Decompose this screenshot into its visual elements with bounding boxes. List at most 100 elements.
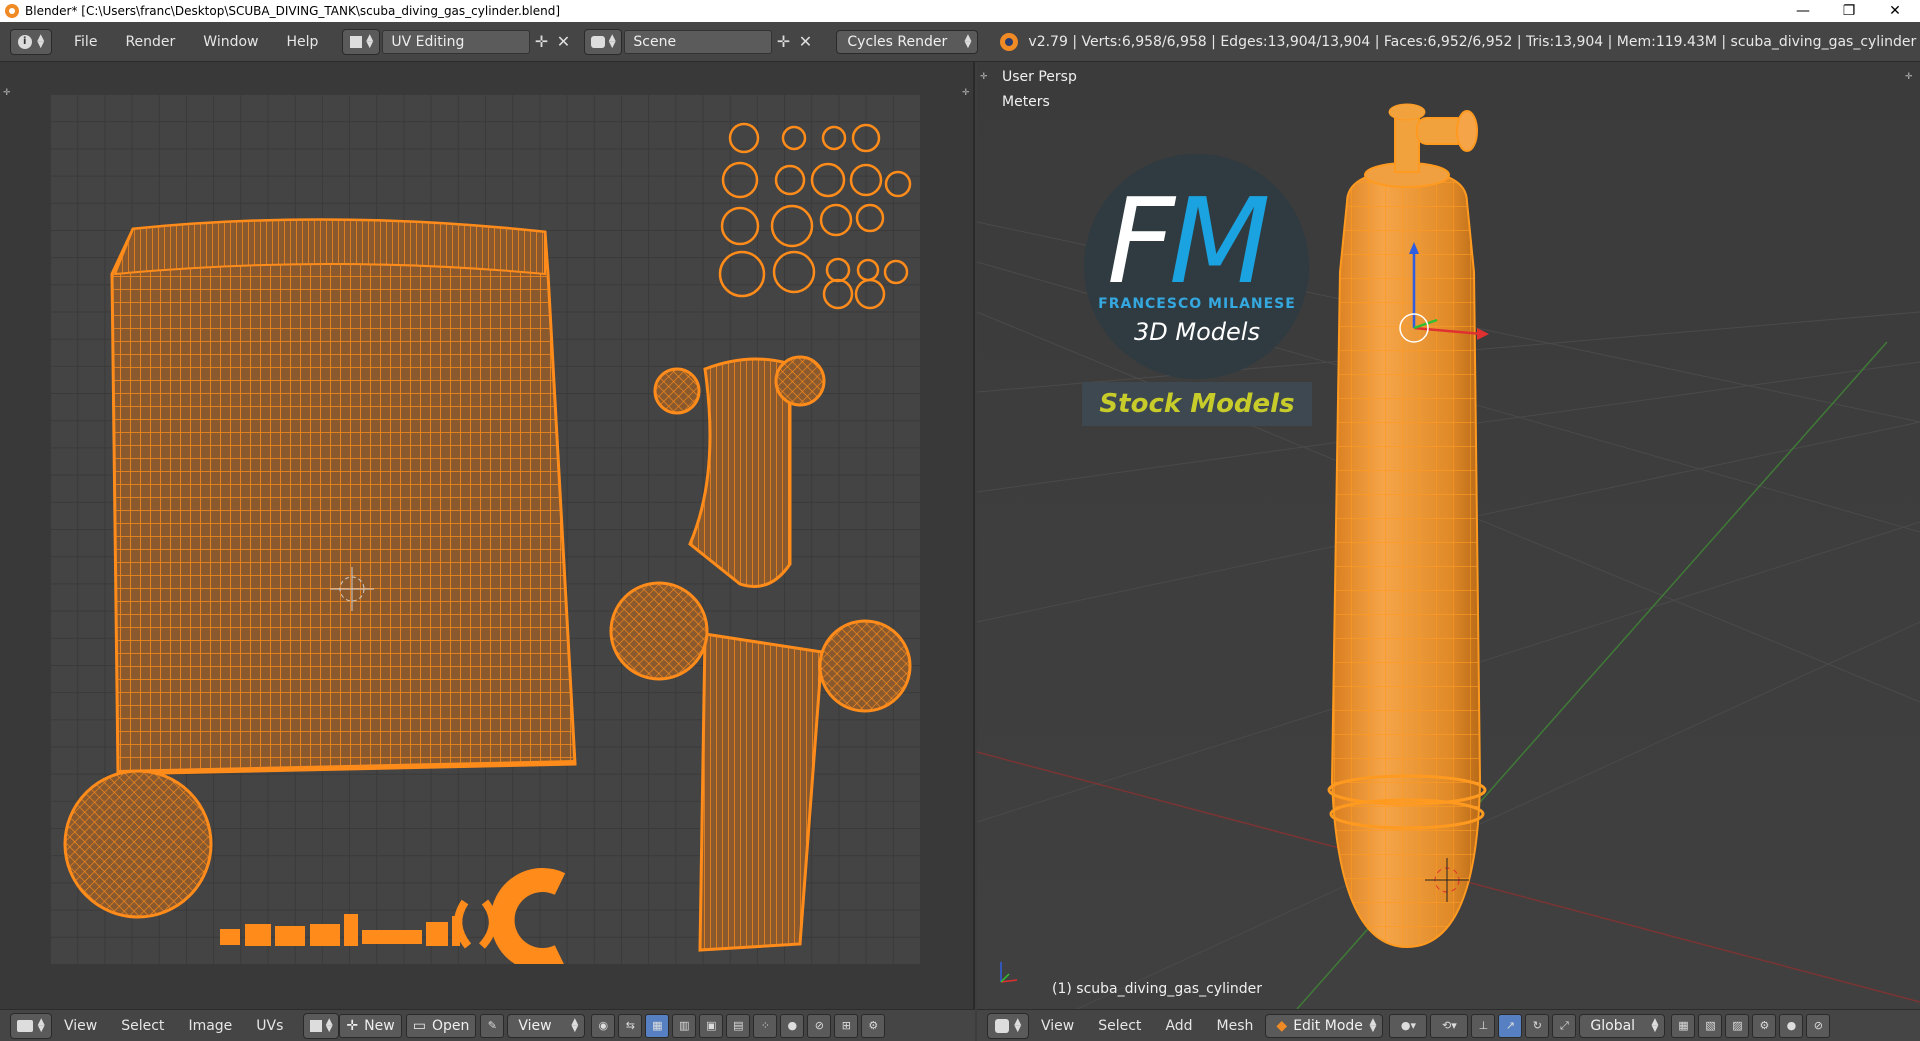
- new-image-button[interactable]: ✛ New: [339, 1013, 402, 1038]
- updown-icon: ▲ ▼: [1369, 1016, 1377, 1034]
- occlude-icon[interactable]: ⚙: [1752, 1013, 1777, 1038]
- viewport-header: ▲ ▼ View Select Add Mesh ◆ Edit Mode ▲ ▼ ●…: [977, 1009, 1920, 1041]
- add-scene-icon[interactable]: ✛: [772, 30, 794, 54]
- rotate-icon[interactable]: ↻: [1525, 1013, 1550, 1038]
- scene-icon: [591, 35, 606, 48]
- scene-statistics: v2.79 | Verts:6,958/6,958 | Edges:13,904…: [1028, 33, 1917, 50]
- screen-layout-icon-button[interactable]: ▲ ▼: [342, 28, 381, 55]
- new-image-label: New: [364, 1017, 395, 1034]
- translate-icon[interactable]: ↗: [1498, 1013, 1523, 1038]
- uv-editor-type-button[interactable]: ▲ ▼: [10, 1012, 52, 1039]
- restore-button[interactable]: ❐: [1826, 0, 1872, 22]
- mode-label: Edit Mode: [1293, 1017, 1363, 1034]
- window-titlebar: Blender* [C:\Users\franc\Desktop\SCUBA_D…: [0, 0, 1920, 22]
- remove-screen-icon[interactable]: ✕: [552, 30, 574, 54]
- uv-island-bottom-cap: [63, 769, 213, 919]
- proportional-icon[interactable]: ●: [1779, 1013, 1804, 1038]
- updown-icon: ▲ ▼: [37, 32, 45, 50]
- editor-type-button[interactable]: i ▲ ▼: [10, 28, 52, 55]
- screen-layout-field[interactable]: UV Editing: [382, 29, 531, 54]
- toolshelf-toggle-icon[interactable]: ✛: [3, 88, 13, 98]
- info-header: i ▲ ▼ File Render Window Help ▲ ▼ UV Editi…: [0, 22, 1920, 62]
- minimize-button[interactable]: —: [1780, 0, 1826, 22]
- updown-icon: ▲ ▼: [608, 32, 616, 50]
- vertex-select-icon[interactable]: ▦: [645, 1013, 670, 1038]
- menu-file[interactable]: File: [60, 34, 111, 50]
- uv-menu-select[interactable]: Select: [109, 1018, 176, 1034]
- image-editor-icon: [17, 1019, 34, 1032]
- logo-fm-mark: FM: [1107, 172, 1271, 310]
- scuba-tank-mesh: [1327, 103, 1487, 949]
- scene-icon-button[interactable]: ▲ ▼: [584, 28, 623, 55]
- menu-window[interactable]: Window: [189, 34, 272, 50]
- viewport-menu-view[interactable]: View: [1029, 1018, 1086, 1034]
- sticky-select-icon[interactable]: ⁘: [753, 1013, 778, 1038]
- updown-icon: ▲ ▼: [1014, 1016, 1022, 1034]
- layout-icon: [349, 35, 362, 48]
- edit-mode-icon: ◆: [1276, 1017, 1288, 1034]
- uv-image-editor[interactable]: ✛ ✛: [0, 62, 975, 1009]
- viewport-menu-add[interactable]: Add: [1153, 1018, 1204, 1034]
- updown-icon: ▲ ▼: [37, 1016, 45, 1034]
- uv-menu-view[interactable]: View: [52, 1018, 109, 1034]
- viewport-menu-select[interactable]: Select: [1086, 1018, 1153, 1034]
- add-screen-icon[interactable]: ✛: [530, 30, 552, 54]
- uv-island-small-parts: [220, 914, 460, 946]
- updown-icon: ▲ ▼: [325, 1016, 333, 1034]
- window-title: Blender* [C:\Users\franc\Desktop\SCUBA_D…: [25, 4, 561, 18]
- vertex-mode-icon[interactable]: ▧: [1698, 1013, 1723, 1038]
- pivot-icon[interactable]: ◉: [591, 1013, 616, 1038]
- uv-menu-image[interactable]: Image: [176, 1018, 244, 1034]
- uv-island-neck: [698, 632, 824, 952]
- folder-icon: ▭: [412, 1017, 426, 1034]
- viewport-shading-icon[interactable]: ●▾: [1389, 1013, 1428, 1038]
- edge-select-icon[interactable]: ▥: [672, 1013, 697, 1038]
- layer-icon[interactable]: ▦: [1671, 1013, 1696, 1038]
- render-engine-select[interactable]: Cycles Render ▲ ▼: [836, 29, 979, 54]
- face-select-icon[interactable]: ▣: [699, 1013, 724, 1038]
- uv-editor-header: ▲ ▼ View Select Image UVs ▲ ▼ ✛ New ▭ Open ✎…: [0, 1009, 975, 1041]
- uv-islands: [63, 122, 912, 964]
- remove-scene-icon[interactable]: ✕: [794, 30, 816, 54]
- uv-island-small-rings: [718, 122, 912, 310]
- scale-icon[interactable]: ⤢: [1552, 1013, 1577, 1038]
- close-button[interactable]: ✕: [1872, 0, 1918, 22]
- snap-toggle-icon[interactable]: ⊘: [1806, 1013, 1831, 1038]
- properties-toggle-icon[interactable]: ✛: [962, 88, 972, 98]
- render-engine-label: Cycles Render: [847, 33, 948, 50]
- uv-mode-select[interactable]: View ▲ ▼: [507, 1013, 586, 1038]
- image-browse-button[interactable]: ▲ ▼: [303, 1012, 340, 1039]
- view-mode-label: View: [518, 1017, 552, 1034]
- snap-icon[interactable]: ⊘: [807, 1013, 832, 1038]
- orientation-select[interactable]: Global ▲ ▼: [1579, 1013, 1666, 1038]
- plus-icon: ✛: [346, 1017, 359, 1034]
- blender-app-icon: [5, 4, 19, 18]
- proportional-edit-icon[interactable]: ●: [780, 1013, 805, 1038]
- logo-name: FRANCESCO MILANESE: [1098, 296, 1296, 312]
- face-mode-icon[interactable]: ▨: [1725, 1013, 1750, 1038]
- logo-subtitle: 3D Models: [1134, 318, 1260, 346]
- snap-element-icon[interactable]: ⊞: [834, 1013, 859, 1038]
- image-browse-icon: [310, 1019, 323, 1032]
- menu-help[interactable]: Help: [272, 34, 332, 50]
- scene-field[interactable]: Scene: [624, 29, 773, 54]
- pin-icon[interactable]: ✎: [480, 1013, 505, 1038]
- uv-sculpt-icon[interactable]: ⚙: [861, 1013, 886, 1038]
- mode-select[interactable]: ◆ Edit Mode ▲ ▼: [1265, 1013, 1384, 1038]
- uv-grid-canvas[interactable]: [50, 94, 920, 964]
- 3d-viewport[interactable]: ✛ ✛ User Persp Meters FM FRANCESCO MILAN…: [977, 62, 1920, 1009]
- viewport-editor-type-button[interactable]: ▲ ▼: [987, 1012, 1029, 1039]
- island-select-icon[interactable]: ▤: [726, 1013, 751, 1038]
- updown-icon: ▲ ▼: [366, 32, 374, 50]
- manipulator-icon[interactable]: ⊥: [1471, 1013, 1496, 1038]
- sync-selection-icon[interactable]: ⇆: [618, 1013, 643, 1038]
- pivot-point-icon[interactable]: ⟲▾: [1430, 1013, 1469, 1038]
- active-object-label: (1) scuba_diving_gas_cylinder: [1052, 981, 1262, 997]
- open-image-button[interactable]: ▭ Open: [405, 1013, 477, 1038]
- uv-menu-uvs[interactable]: UVs: [244, 1018, 295, 1034]
- axis-indicator-icon: [1000, 962, 1018, 983]
- fm-logo: FM FRANCESCO MILANESE 3D Models Stock Mo…: [1082, 154, 1312, 444]
- viewport-menu-mesh[interactable]: Mesh: [1205, 1018, 1266, 1034]
- info-icon: i: [17, 34, 32, 49]
- menu-render[interactable]: Render: [111, 34, 189, 50]
